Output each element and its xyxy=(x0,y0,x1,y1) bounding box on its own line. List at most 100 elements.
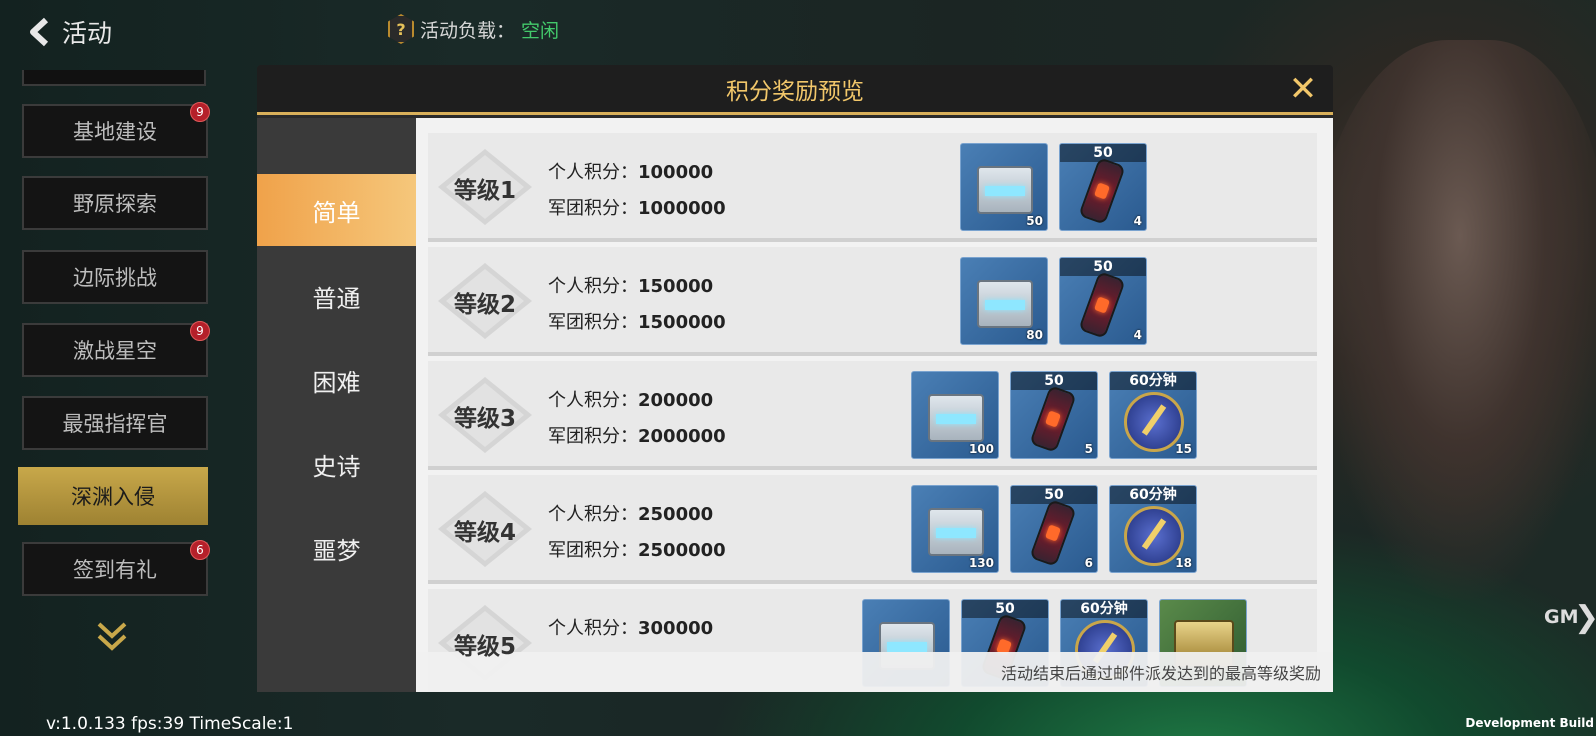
item-quantity: 50 xyxy=(1026,214,1043,228)
sidebar-item-abyss[interactable]: 深渊入侵 xyxy=(18,467,208,525)
score-requirements: 个人积分：250000 军团积分：2500000 xyxy=(548,497,726,569)
personal-score-value: 100000 xyxy=(638,162,714,183)
legion-score-value: 2000000 xyxy=(638,426,726,447)
sidebar-item-signin[interactable]: 签到有礼 6 xyxy=(22,540,210,596)
level-row: 等级4 个人积分：250000 军团积分：2500000 130 50 6 60分… xyxy=(428,475,1317,584)
close-icon[interactable]: ✕ xyxy=(1287,72,1319,106)
reward-item-chest[interactable]: 100 xyxy=(911,371,999,459)
sidebar-item-starwar[interactable]: 激战星空 9 xyxy=(22,321,210,377)
chest-icon xyxy=(977,280,1033,328)
reward-item-speedup[interactable]: 60分钟 18 xyxy=(1109,485,1197,573)
reward-item-speedup[interactable]: 60分钟 15 xyxy=(1109,371,1197,459)
personal-score-label: 个人积分： xyxy=(548,618,638,639)
chest-icon xyxy=(977,166,1033,214)
tab-normal[interactable]: 普通 xyxy=(257,260,416,332)
footer-note: 活动结束后通过邮件派发达到的最高等级奖励 xyxy=(416,652,1333,692)
personal-score-label: 个人积分： xyxy=(548,276,638,297)
legion-score-label: 军团积分： xyxy=(548,312,638,333)
reward-item-bottle[interactable]: 50 6 xyxy=(1010,485,1098,573)
difficulty-tabs: 简单 普通 困难 史诗 噩梦 xyxy=(257,118,416,692)
reward-item-bottle[interactable]: 50 4 xyxy=(1059,257,1147,345)
tab-nightmare[interactable]: 噩梦 xyxy=(257,512,416,584)
level-name: 等级2 xyxy=(453,291,516,318)
level-row: 等级3 个人积分：200000 军团积分：2000000 100 50 5 60分… xyxy=(428,361,1317,470)
legion-score-value: 1500000 xyxy=(638,312,726,333)
score-requirements: 个人积分：150000 军团积分：1500000 xyxy=(548,269,726,341)
item-quantity: 5 xyxy=(1084,442,1093,456)
sidebar-item-label: 深渊入侵 xyxy=(71,485,155,509)
item-tag: 60分钟 xyxy=(1110,372,1196,390)
level-name: 等级5 xyxy=(453,633,516,660)
sidebar-item-explore[interactable]: 野原探索 xyxy=(22,176,208,230)
tab-hard[interactable]: 困难 xyxy=(257,344,416,416)
legion-score-label: 军团积分： xyxy=(548,198,638,219)
personal-score-label: 个人积分： xyxy=(548,504,638,525)
personal-score-value: 150000 xyxy=(638,276,714,297)
energy-bottle-icon xyxy=(1078,157,1126,225)
reward-items: 50 50 4 xyxy=(960,143,1147,231)
sidebar-item-label: 最强指挥官 xyxy=(62,412,168,436)
personal-score-value: 200000 xyxy=(638,390,714,411)
dialog-title: 积分奖励预览 xyxy=(726,78,864,105)
item-tag: 60分钟 xyxy=(1061,600,1147,618)
sidebar-item-commander[interactable]: 最强指挥官 xyxy=(22,396,208,450)
energy-bottle-icon xyxy=(1029,499,1077,567)
sidebar-item-label: 签到有礼 xyxy=(73,558,157,582)
reward-item-bottle[interactable]: 50 5 xyxy=(1010,371,1098,459)
sidebar-item-label: 野原探索 xyxy=(73,192,157,216)
reward-preview-dialog: 积分奖励预览 ✕ 简单 普通 困难 史诗 噩梦 等级1 个人积分：100000 … xyxy=(257,65,1333,692)
personal-score-label: 个人积分： xyxy=(548,162,638,183)
legion-score-label: 军团积分： xyxy=(548,540,638,561)
reward-item-chest[interactable]: 130 xyxy=(911,485,999,573)
notification-badge: 6 xyxy=(190,540,210,560)
reward-items: 80 50 4 xyxy=(960,257,1147,345)
help-icon[interactable]: ? xyxy=(388,14,414,44)
item-tag: 60分钟 xyxy=(1110,486,1196,504)
dev-build-label: Development Build xyxy=(1465,716,1594,730)
reward-item-chest[interactable]: 80 xyxy=(960,257,1048,345)
personal-score-value: 300000 xyxy=(638,618,714,639)
activity-load: ? 活动负载： 空闲 xyxy=(388,14,559,44)
item-quantity: 6 xyxy=(1084,556,1093,570)
sidebar-item-label: 激战星空 xyxy=(73,339,157,363)
level-row: 等级2 个人积分：150000 军团积分：1500000 80 50 4 xyxy=(428,247,1317,356)
notification-badge: 9 xyxy=(190,102,210,122)
item-quantity: 4 xyxy=(1133,328,1142,342)
sidebar-item-base[interactable]: 基地建设 9 xyxy=(22,102,210,158)
notification-badge: 9 xyxy=(190,321,210,341)
sidebar-item-label: 基地建设 xyxy=(73,120,157,144)
reward-item-bottle[interactable]: 50 4 xyxy=(1059,143,1147,231)
item-quantity: 4 xyxy=(1133,214,1142,228)
chest-icon xyxy=(928,508,984,556)
reward-items: 130 50 6 60分钟 18 xyxy=(911,485,1197,573)
level-row: 等级1 个人积分：100000 军团积分：1000000 50 50 4 xyxy=(428,133,1317,242)
reward-item-chest[interactable]: 50 xyxy=(960,143,1048,231)
reward-list[interactable]: 等级1 个人积分：100000 军团积分：1000000 50 50 4 等级2 … xyxy=(416,118,1333,692)
item-quantity: 100 xyxy=(968,442,994,456)
legion-score-label: 军团积分： xyxy=(548,426,638,447)
level-name: 等级4 xyxy=(453,519,516,546)
level-name: 等级3 xyxy=(453,405,516,432)
item-quantity: 18 xyxy=(1175,556,1192,570)
personal-score-label: 个人积分： xyxy=(548,390,638,411)
legion-score-value: 2500000 xyxy=(638,540,726,561)
gm-arrow-icon[interactable]: ❯ xyxy=(1574,600,1596,635)
load-label: 活动负载： xyxy=(420,19,516,42)
load-value: 空闲 xyxy=(521,19,560,42)
scroll-down-chevron-icon[interactable] xyxy=(96,620,128,652)
footer-note-text: 活动结束后通过邮件派发达到的最高等级奖励 xyxy=(1000,664,1321,683)
chest-icon xyxy=(928,394,984,442)
dialog-header: 积分奖励预览 xyxy=(257,65,1333,115)
version-info: v:1.0.133 fps:39 TimeScale:1 xyxy=(46,714,294,734)
sidebar-item-partial[interactable] xyxy=(22,70,206,86)
item-quantity: 15 xyxy=(1175,442,1192,456)
personal-score-value: 250000 xyxy=(638,504,714,525)
level-name: 等级1 xyxy=(453,177,516,204)
back-label: 活动 xyxy=(62,19,113,48)
energy-bottle-icon xyxy=(1029,385,1077,453)
tab-easy[interactable]: 简单 xyxy=(257,174,416,246)
back-button[interactable]: 活动 xyxy=(26,14,112,50)
sidebar-item-challenge[interactable]: 边际挑战 xyxy=(22,250,208,304)
score-requirements: 个人积分：200000 军团积分：2000000 xyxy=(548,383,726,455)
tab-epic[interactable]: 史诗 xyxy=(257,428,416,500)
